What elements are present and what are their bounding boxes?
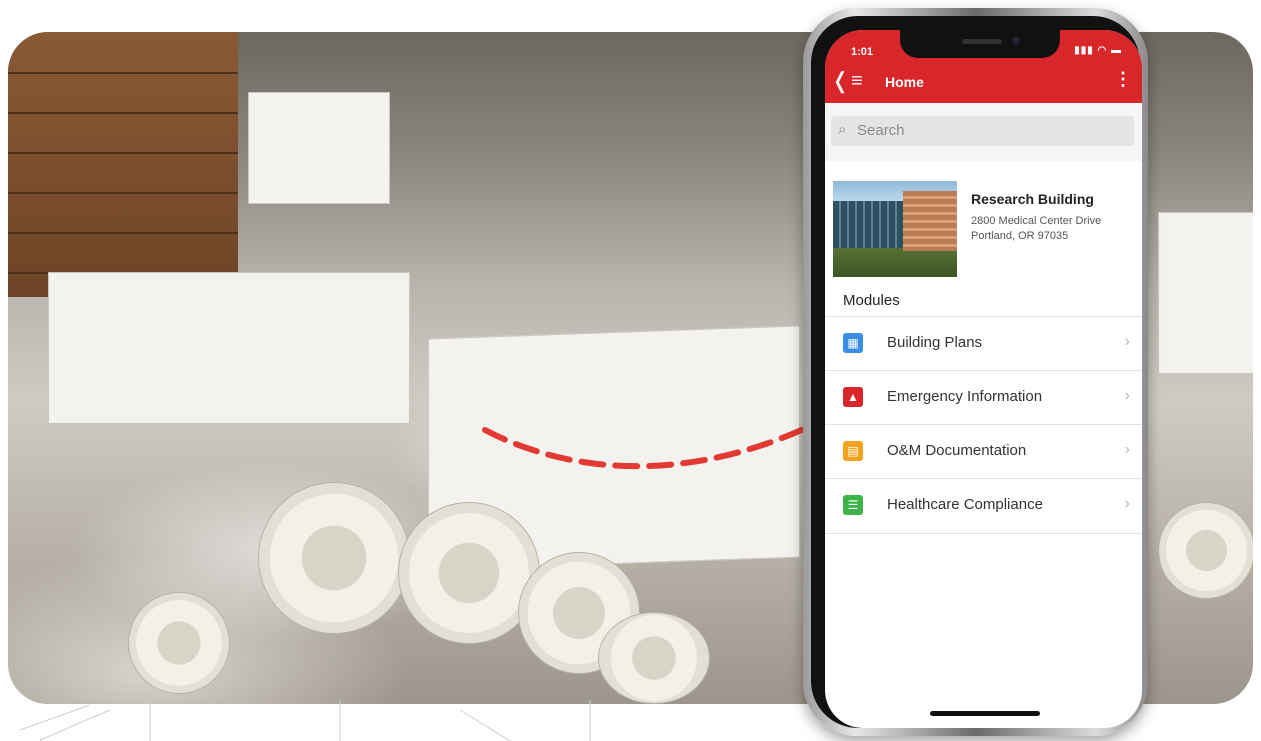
building-address: 2800 Medical Center Drive Portland, OR 9… <box>971 214 1101 244</box>
front-camera <box>1012 37 1020 45</box>
home-indicator[interactable] <box>930 711 1040 716</box>
status-time: 1:01 <box>851 46 874 58</box>
phone-notch <box>900 30 1060 58</box>
address-line-2: Portland, OR 97035 <box>971 230 1069 242</box>
status-icons: ▮▮▮ ◠ ▬ <box>1074 45 1122 56</box>
building-name[interactable]: Research Building <box>971 191 1094 207</box>
speaker-grille <box>962 39 1002 44</box>
chevron-right-icon: › <box>1124 387 1130 404</box>
module-label: Building Plans <box>887 334 983 351</box>
module-item-emergency-information[interactable]: ▲ Emergency Information › <box>825 370 1142 425</box>
phone-frame: 1:01 ▮▮▮ ◠ ▬ ❬ ≡ Home ⋮ ⌕ Search Researc… <box>803 8 1148 736</box>
search-placeholder: Search <box>857 122 905 139</box>
chevron-right-icon: › <box>1124 333 1130 350</box>
module-item-healthcare-compliance[interactable]: ☰ Healthcare Compliance › <box>825 478 1142 534</box>
module-item-building-plans[interactable]: ▦ Building Plans › <box>825 316 1142 371</box>
chevron-right-icon: › <box>1124 495 1130 512</box>
building-photo[interactable] <box>833 181 957 277</box>
phone-bezel: 1:01 ▮▮▮ ◠ ▬ ❬ ≡ Home ⋮ ⌕ Search Researc… <box>811 16 1142 728</box>
back-arrow-icon[interactable]: ❬ <box>831 70 849 92</box>
hamburger-menu-icon[interactable]: ≡ <box>851 71 863 91</box>
phone-screen: 1:01 ▮▮▮ ◠ ▬ ❬ ≡ Home ⋮ ⌕ Search Researc… <box>825 30 1142 728</box>
module-label: Emergency Information <box>887 388 1043 405</box>
overflow-menu-icon[interactable]: ⋮ <box>1114 70 1132 88</box>
checklist-icon: ☰ <box>843 495 863 515</box>
search-bar: ⌕ Search <box>825 103 1142 161</box>
search-icon: ⌕ <box>838 121 847 138</box>
search-input[interactable]: ⌕ Search <box>831 116 1134 146</box>
alarm-icon: ▲ <box>843 387 863 407</box>
module-label: Healthcare Compliance <box>887 496 1043 513</box>
page-title: Home <box>885 74 924 90</box>
chevron-right-icon: › <box>1124 441 1130 458</box>
module-label: O&M Documentation <box>887 442 1027 459</box>
manual-icon: ▤ <box>843 441 863 461</box>
building-icon: ▦ <box>843 333 863 353</box>
module-item-om-documentation[interactable]: ▤ O&M Documentation › <box>825 424 1142 479</box>
modules-heading: Modules <box>843 292 900 309</box>
address-line-1: 2800 Medical Center Drive <box>971 215 1102 227</box>
